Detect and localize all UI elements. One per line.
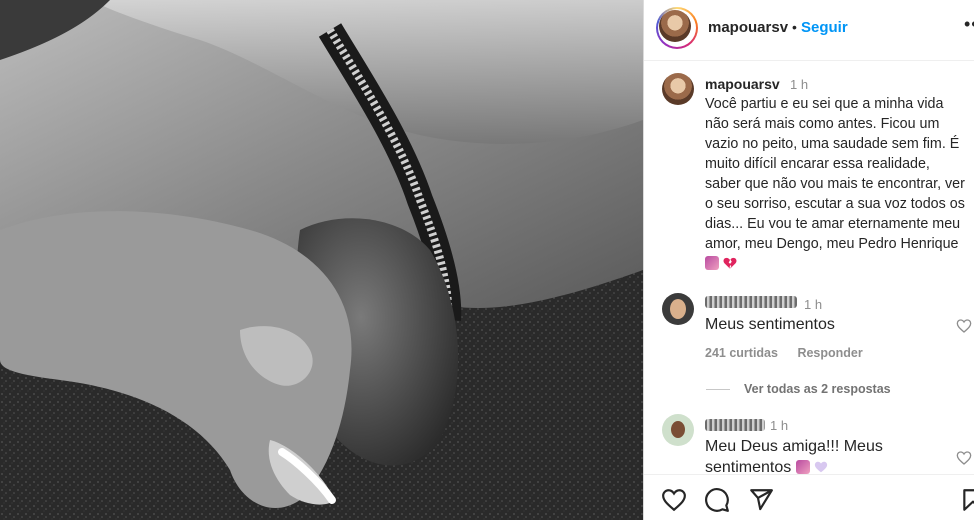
like-icon[interactable] (661, 487, 687, 513)
comment-username-blurred[interactable] (705, 296, 797, 308)
share-icon[interactable] (748, 487, 774, 513)
comment-username-blurred[interactable] (705, 419, 765, 431)
post-image (0, 0, 643, 520)
post-sidebar: mapouarsv • Seguir •• mapouarsv 1 h Você… (643, 0, 974, 521)
comment-timestamp: 1 h (804, 297, 823, 312)
comment-text-line1: Meu Deus amiga!!! Meus (705, 438, 883, 455)
comment-icon[interactable] (704, 487, 730, 513)
profile-avatar[interactable] (656, 7, 698, 49)
action-bar (644, 474, 974, 521)
broken-heart-emoji (723, 257, 737, 269)
post-photo[interactable] (0, 0, 643, 520)
caption-body: Você partiu e eu sei que a minha vida nã… (705, 96, 965, 252)
comment-like-icon[interactable] (956, 450, 972, 466)
save-icon[interactable] (960, 487, 974, 513)
comment-meta: 241 curtidas Responder (705, 346, 879, 360)
comment-like-count[interactable]: 241 curtidas (705, 346, 778, 360)
reply-button[interactable]: Responder (797, 346, 862, 360)
header-username[interactable]: mapouarsv (708, 19, 788, 36)
replies-divider (706, 389, 730, 391)
caption-timestamp: 1 h (790, 77, 809, 92)
follow-button[interactable]: Seguir (801, 19, 848, 36)
view-replies-label: Ver todas as 2 respostas (744, 382, 891, 396)
comment-text: Meus sentimentos (705, 316, 835, 333)
camera-emoji (705, 256, 719, 270)
caption-username[interactable]: mapouarsv (705, 76, 780, 92)
separator-dot: • (792, 19, 797, 35)
heart-emoji (815, 461, 828, 473)
comment-avatar[interactable] (662, 293, 694, 325)
comment-timestamp: 1 h (770, 418, 789, 433)
camera-emoji (795, 460, 810, 474)
comment-avatar[interactable] (662, 414, 694, 446)
caption-avatar[interactable] (662, 73, 694, 105)
view-replies-button[interactable]: Ver todas as 2 respostas (706, 382, 891, 396)
post-header: mapouarsv • Seguir •• (644, 0, 974, 61)
comment-like-icon[interactable] (956, 318, 972, 334)
more-horizontal-icon[interactable]: •• (964, 14, 974, 35)
caption-text: Você partiu e eu sei que a minha vida nã… (705, 94, 967, 274)
